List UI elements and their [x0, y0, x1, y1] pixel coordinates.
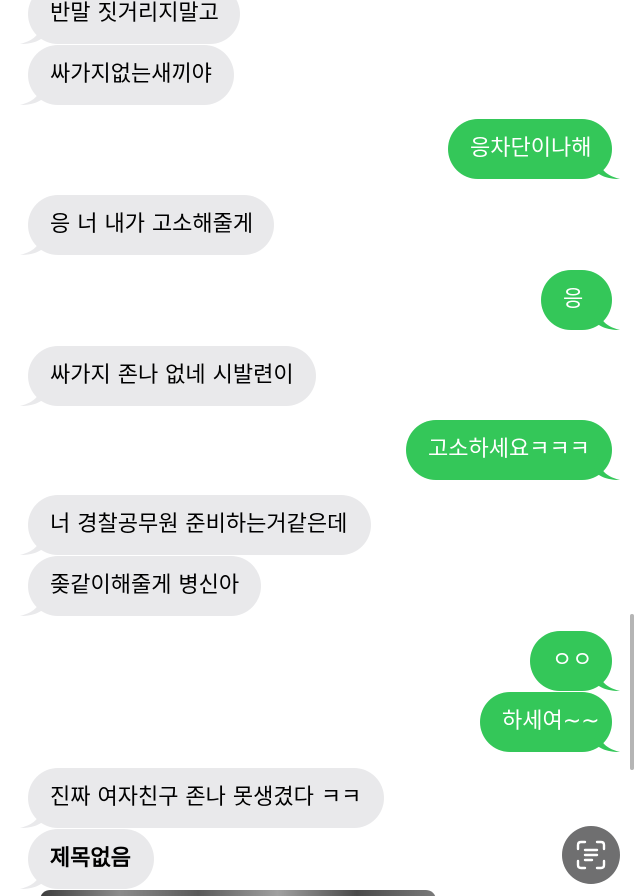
bubble-tail	[20, 229, 46, 255]
message-text: 진짜 여자친구 존나 못생겼다 ㅋㅋ	[50, 785, 362, 810]
message-text: 제목없음	[50, 846, 131, 871]
image-attachment-preview[interactable]	[40, 890, 436, 896]
message-text: 고소하세요ㅋㅋㅋ	[428, 437, 590, 462]
bubble-tail	[594, 304, 620, 330]
message-text: 응차단이나해	[470, 136, 592, 161]
bubble-tail	[594, 665, 620, 691]
outgoing-message-bubble[interactable]: 응	[541, 270, 620, 330]
message-text: 하세여~~	[502, 709, 600, 734]
message-text: 싸가지 존나 없네 시발련이	[50, 363, 294, 388]
outgoing-message-bubble[interactable]: 하세여~~	[480, 692, 620, 752]
bubble-tail	[20, 529, 46, 555]
bubble-tail	[20, 590, 46, 616]
attachment-title-bubble[interactable]: 제목없음	[20, 829, 154, 889]
outgoing-message-bubble[interactable]: 고소하세요ㅋㅋㅋ	[406, 420, 620, 480]
bubble-tail	[594, 454, 620, 480]
incoming-message-bubble[interactable]: 싸가지없는새끼야	[20, 45, 234, 105]
message-thread: 반말 짓거리지말고 싸가지없는새끼야 응차단이나해 응 너 내가 고소해줄게 응…	[0, 0, 640, 896]
message-text: 응	[563, 287, 584, 312]
incoming-message-bubble[interactable]: 응 너 내가 고소해줄게	[20, 195, 274, 255]
bubble-tail	[20, 863, 46, 889]
bubble-tail	[594, 153, 620, 179]
message-text: 반말 짓거리지말고	[50, 1, 219, 26]
message-text: ㅇㅇ	[552, 648, 593, 673]
incoming-message-bubble[interactable]: 진짜 여자친구 존나 못생겼다 ㅋㅋ	[20, 768, 384, 828]
bubble-tail	[20, 802, 46, 828]
incoming-message-bubble[interactable]: 반말 짓거리지말고	[20, 0, 240, 44]
live-text-button[interactable]	[562, 826, 620, 884]
message-text: 좆같이해줄게 병신아	[50, 573, 240, 598]
incoming-message-bubble[interactable]: 너 경찰공무원 준비하는거같은데	[20, 495, 371, 555]
bubble-tail	[20, 380, 46, 406]
scrollbar[interactable]	[630, 614, 634, 770]
outgoing-message-bubble[interactable]: ㅇㅇ	[530, 631, 620, 691]
outgoing-message-bubble[interactable]: 응차단이나해	[448, 119, 620, 179]
message-text: 너 경찰공무원 준비하는거같은데	[50, 512, 348, 537]
message-text: 응 너 내가 고소해줄게	[50, 212, 254, 237]
message-text: 싸가지없는새끼야	[50, 62, 212, 87]
bubble-tail	[20, 18, 46, 44]
incoming-message-bubble[interactable]: 좆같이해줄게 병신아	[20, 556, 261, 616]
incoming-message-bubble[interactable]: 싸가지 존나 없네 시발련이	[20, 346, 316, 406]
live-text-icon	[576, 840, 606, 870]
bubble-tail	[20, 79, 46, 105]
